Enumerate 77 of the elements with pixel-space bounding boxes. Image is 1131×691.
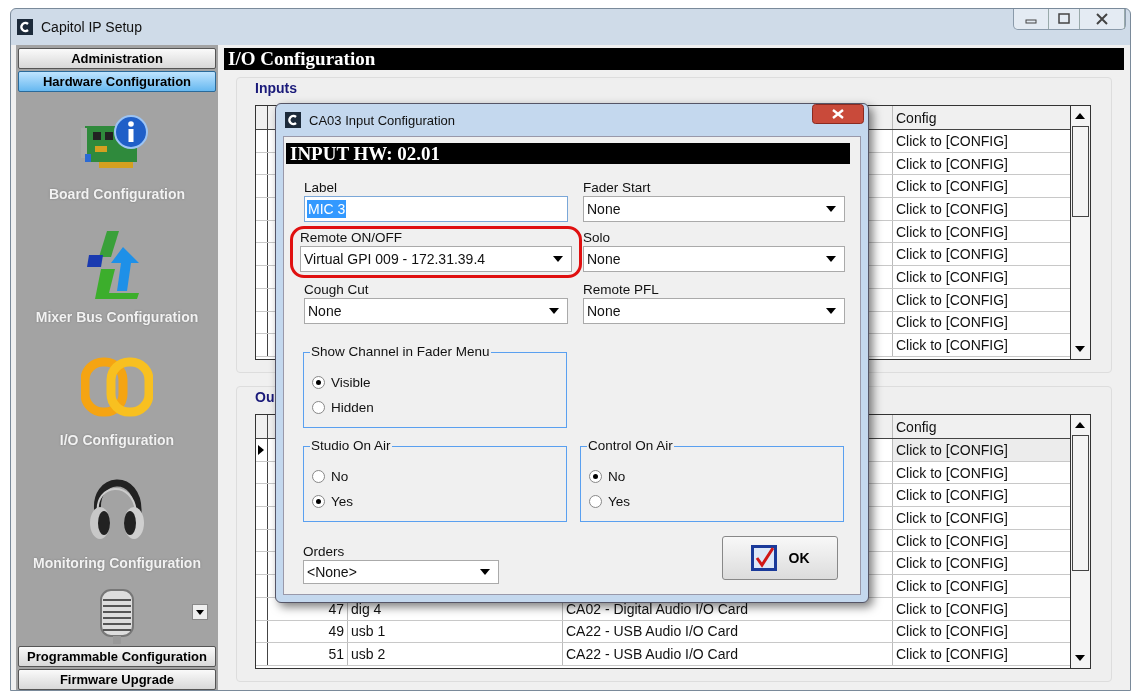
dropdown[interactable]: None: [583, 298, 845, 324]
column-header: Config: [895, 417, 938, 437]
config-link-cell[interactable]: Click to [CONFIG]: [893, 175, 1070, 198]
sidebar-section-button[interactable]: Administration: [18, 48, 216, 69]
app-logo-icon: [285, 112, 301, 128]
table-cell: 51: [328, 646, 344, 663]
config-link-cell[interactable]: Click to [CONFIG]: [893, 198, 1070, 220]
config-link-cell[interactable]: Click to [CONFIG]: [893, 439, 1070, 461]
field-label: Remote PFL: [583, 282, 660, 297]
config-link-cell[interactable]: Click to [CONFIG]: [893, 288, 1070, 311]
config-link-cell[interactable]: Click to [CONFIG]: [893, 597, 1070, 620]
sidebar-section-button[interactable]: Programmable Configuration: [18, 646, 216, 667]
dropdown[interactable]: None: [304, 298, 568, 324]
window-title: Capitol IP Setup: [41, 19, 142, 35]
section-title: Ou: [255, 388, 275, 407]
scrollbar[interactable]: [1070, 106, 1090, 359]
table-cell: CA22 - USB Audio I/O Card: [566, 646, 738, 663]
field-label: Fader Start: [583, 180, 652, 195]
caret-icon: [553, 256, 563, 262]
config-link-cell[interactable]: Click to [CONFIG]: [893, 529, 1070, 552]
config-link-cell[interactable]: Click to [CONFIG]: [893, 130, 1070, 152]
table-cell: dig 4: [351, 600, 382, 617]
dropdown[interactable]: <None>: [303, 560, 499, 584]
group-title: Control On Air: [587, 438, 674, 453]
config-link-cell[interactable]: Click to [CONFIG]: [893, 220, 1070, 243]
config-link-cell[interactable]: Click to [CONFIG]: [893, 311, 1070, 334]
radio-option[interactable]: Hidden: [312, 400, 374, 415]
caret-icon: [480, 569, 490, 575]
sidebar-section-button[interactable]: Firmware Upgrade: [18, 669, 216, 690]
caret-icon: [826, 206, 836, 212]
field-label: Cough Cut: [304, 282, 370, 297]
radio-option[interactable]: No: [589, 469, 626, 484]
checkmark-icon: [750, 545, 777, 571]
config-link-cell[interactable]: Click to [CONFIG]: [893, 507, 1070, 529]
dialog-title: CA03 Input Configuration: [309, 112, 455, 128]
config-link-cell[interactable]: Click to [CONFIG]: [893, 243, 1070, 266]
page-title: I/O Configuration: [224, 48, 1124, 70]
table-cell: 47: [328, 600, 344, 617]
config-link-cell[interactable]: Click to [CONFIG]: [893, 575, 1070, 597]
scroll-down-button[interactable]: [192, 604, 208, 620]
field-label: Remote ON/OFF: [300, 230, 403, 245]
radio-option[interactable]: No: [312, 469, 349, 484]
table-cell: 49: [328, 623, 344, 640]
config-link-cell[interactable]: Click to [CONFIG]: [893, 484, 1070, 507]
dropdown[interactable]: None: [583, 196, 845, 222]
config-link-cell[interactable]: Click to [CONFIG]: [893, 552, 1070, 575]
app-logo-icon: [17, 19, 33, 35]
group-title: Show Channel in Fader Menu: [310, 344, 491, 359]
radio-option[interactable]: Yes: [589, 494, 631, 509]
field-label: Label: [304, 180, 339, 195]
close-icon[interactable]: [812, 104, 864, 124]
sidebar-section-button[interactable]: Hardware Configuration: [18, 71, 216, 92]
table-cell: usb 1: [351, 623, 386, 640]
table-cell: CA22 - USB Audio I/O Card: [566, 623, 738, 640]
config-link-cell[interactable]: Click to [CONFIG]: [893, 643, 1070, 665]
config-link-cell[interactable]: Click to [CONFIG]: [893, 620, 1070, 643]
config-link-cell[interactable]: Click to [CONFIG]: [893, 334, 1070, 356]
table-cell: usb 2: [351, 646, 386, 663]
radio-option[interactable]: Yes: [312, 494, 354, 509]
group-title: Studio On Air: [310, 438, 392, 453]
table-cell: CA02 - Digital Audio I/O Card: [566, 600, 749, 617]
radio-option[interactable]: Visible: [312, 375, 371, 390]
section-title: Inputs: [255, 79, 297, 98]
config-link-cell[interactable]: Click to [CONFIG]: [893, 266, 1070, 288]
dialog-header: INPUT HW: 02.01: [286, 143, 850, 164]
caret-icon: [826, 256, 836, 262]
caret-icon: [826, 308, 836, 314]
field-label: Solo: [583, 230, 612, 245]
column-header: Config: [895, 108, 938, 128]
config-link-cell[interactable]: Click to [CONFIG]: [893, 461, 1070, 484]
dropdown[interactable]: None: [583, 246, 845, 272]
scrollbar[interactable]: [1070, 415, 1090, 668]
field-label: Orders: [303, 544, 346, 559]
config-link-cell[interactable]: Click to [CONFIG]: [893, 152, 1070, 175]
caret-icon: [549, 308, 559, 314]
ok-button[interactable]: OK: [722, 536, 838, 580]
dropdown[interactable]: Virtual GPI 009 - 172.31.39.4: [300, 246, 572, 272]
